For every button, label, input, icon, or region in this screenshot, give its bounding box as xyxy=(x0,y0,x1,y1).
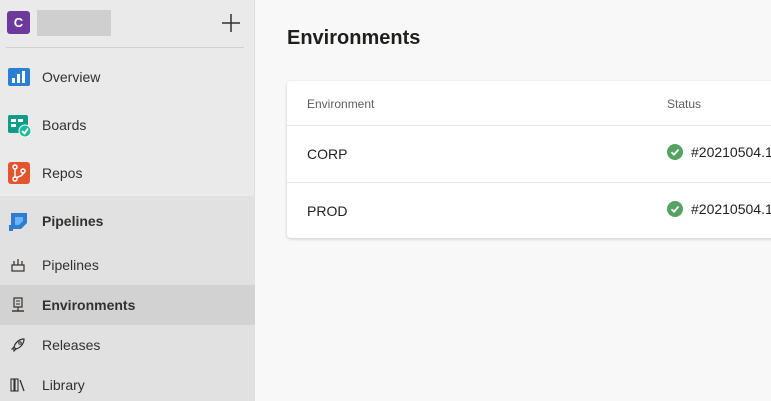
status-cell: #20210504.1 xyxy=(667,144,771,160)
new-item-button[interactable] xyxy=(218,10,244,36)
environment-name[interactable]: PROD xyxy=(307,203,347,219)
sidebar-item-overview[interactable]: Overview xyxy=(0,53,255,101)
status-cell: #20210504.1 xyxy=(667,201,771,217)
table-row[interactable]: CORP #20210504.1 xyxy=(287,125,771,181)
header-divider xyxy=(6,47,244,48)
environments-icon xyxy=(12,297,24,312)
sidebar-subitem-label: Library xyxy=(42,377,85,393)
sidebar-subitem-releases[interactable]: Releases xyxy=(0,325,255,365)
sidebar-subitem-label: Environments xyxy=(42,297,136,313)
sidebar-item-label: Boards xyxy=(42,117,87,133)
sidebar-item-label: Repos xyxy=(42,165,83,181)
run-number[interactable]: #20210504.1 xyxy=(691,201,771,217)
success-check-icon xyxy=(667,201,683,217)
sidebar-subitem-environments[interactable]: Environments xyxy=(0,285,255,325)
sidebar-item-boards[interactable]: Boards xyxy=(0,101,255,149)
project-header: C xyxy=(0,0,255,48)
plus-icon xyxy=(222,14,240,32)
overview-icon xyxy=(8,68,30,86)
table-row[interactable]: PROD #20210504.1 xyxy=(287,182,771,238)
column-header-status[interactable]: Status xyxy=(667,97,701,111)
sidebar-subitem-label: Pipelines xyxy=(42,257,99,273)
project-avatar[interactable]: C xyxy=(7,11,30,34)
run-number[interactable]: #20210504.1 xyxy=(691,144,771,160)
main-content: Environments Environment Status CORP #20… xyxy=(256,0,771,401)
boards-icon xyxy=(8,115,31,137)
sidebar-item-pipelines-group[interactable]: Pipelines xyxy=(0,197,255,245)
sidebar-subitem-label: Releases xyxy=(42,337,101,353)
releases-rocket-icon xyxy=(10,338,25,353)
sidebar-subitem-library[interactable]: Library xyxy=(0,365,255,401)
column-header-environment[interactable]: Environment xyxy=(307,97,374,111)
sidebar-subitem-pipelines[interactable]: Pipelines xyxy=(0,245,255,285)
sidebar-item-repos[interactable]: Repos xyxy=(0,149,255,197)
left-nav-sidebar: C Overview Boards Repos Pipelines Pipeli… xyxy=(0,0,255,401)
library-icon xyxy=(10,378,25,392)
page-title: Environments xyxy=(287,27,421,49)
sidebar-item-label: Overview xyxy=(42,69,101,85)
sidebar-item-label: Pipelines xyxy=(42,213,104,229)
environment-name[interactable]: CORP xyxy=(307,146,347,162)
pipelines-icon xyxy=(11,259,25,272)
environments-table: Environment Status CORP #20210504.1 PROD… xyxy=(287,81,771,238)
success-check-icon xyxy=(667,144,683,160)
project-name-redacted[interactable] xyxy=(37,10,111,36)
repos-icon xyxy=(8,162,30,184)
pipelines-rocket-icon xyxy=(9,213,27,231)
